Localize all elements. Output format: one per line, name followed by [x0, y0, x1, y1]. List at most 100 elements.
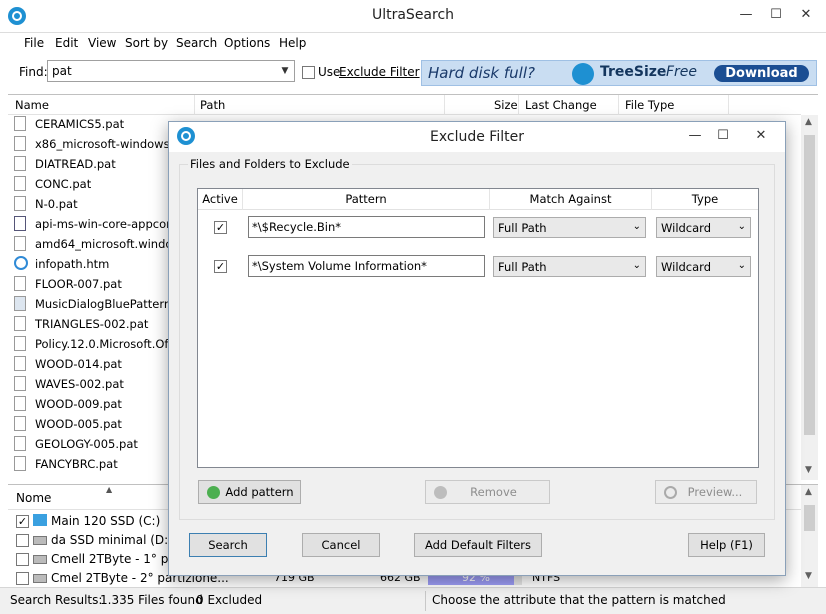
col-name[interactable]: Name — [15, 98, 49, 112]
file-name: WAVES-002.pat — [35, 377, 124, 391]
menu-edit[interactable]: Edit — [55, 36, 78, 50]
dialog-close-button[interactable]: ✕ — [747, 125, 775, 147]
drive-checkbox[interactable] — [16, 572, 29, 585]
col-last-change[interactable]: Last Change — [525, 98, 597, 112]
ad-product: TreeSize — [600, 64, 667, 80]
menu-help[interactable]: Help — [279, 36, 306, 50]
menu-options[interactable]: Options — [224, 36, 270, 50]
drives-col-name[interactable]: Nome — [16, 491, 51, 505]
drive-checkbox[interactable]: ✓ — [16, 515, 29, 528]
table-row[interactable]: WOOD-005.pat — [14, 414, 184, 434]
drive-label[interactable]: da SSD minimal (D:) — [51, 533, 173, 547]
table-row[interactable]: x86_microsoft-windows-w... — [14, 134, 193, 154]
file-icon — [14, 196, 26, 211]
table-row[interactable]: infopath.htm — [14, 254, 184, 274]
scroll-down-icon[interactable]: ▼ — [805, 571, 812, 581]
col-file-type[interactable]: File Type — [625, 98, 674, 112]
drives-scrollbar[interactable]: ▲ ▼ — [801, 485, 818, 589]
hard-drive-icon — [33, 536, 47, 545]
scroll-up-icon[interactable]: ▲ — [805, 487, 812, 497]
table-row[interactable]: WOOD-014.pat — [14, 354, 184, 374]
grid-col-active: Active — [202, 192, 238, 206]
col-separator — [651, 189, 652, 210]
type-value: Wildcard — [661, 260, 712, 274]
maximize-button[interactable]: ☐ — [762, 4, 790, 26]
scroll-thumb[interactable] — [804, 505, 815, 531]
cancel-button[interactable]: Cancel — [302, 533, 380, 557]
download-button[interactable]: Download — [714, 65, 809, 82]
table-row[interactable]: DIATREAD.pat — [14, 154, 184, 174]
search-button[interactable]: Search — [189, 533, 267, 557]
table-row[interactable]: WAVES-002.pat — [14, 374, 184, 394]
scroll-thumb[interactable] — [804, 135, 815, 435]
table-row[interactable]: api-ms-win-core-appcompat... — [14, 214, 207, 234]
drive-checkbox[interactable] — [16, 553, 29, 566]
chevron-down-icon[interactable]: ▼ — [276, 61, 294, 81]
table-row[interactable]: N-0.pat — [14, 194, 184, 214]
table-row[interactable]: CERAMICS5.pat — [14, 114, 184, 134]
preview-button[interactable]: Preview... — [655, 480, 757, 504]
dialog-minimize-button[interactable]: — — [681, 125, 709, 147]
menu-file[interactable]: File — [24, 36, 44, 50]
close-button[interactable]: ✕ — [792, 4, 820, 26]
table-row[interactable]: amd64_microsoft.windows.s... — [14, 234, 208, 254]
match-against-select[interactable]: Full Path ⌄ — [493, 217, 646, 238]
chevron-down-icon: ⌄ — [737, 221, 746, 232]
active-checkbox[interactable]: ✓ — [214, 260, 227, 273]
table-row[interactable]: WOOD-009.pat — [14, 394, 184, 414]
table-row[interactable]: GEOLOGY-005.pat — [14, 434, 184, 454]
drive-checkbox[interactable] — [16, 534, 29, 547]
minimize-button[interactable]: — — [732, 4, 760, 26]
type-select[interactable]: Wildcard ⌄ — [656, 256, 751, 277]
pattern-input[interactable]: *\System Volume Information* — [248, 255, 485, 277]
add-default-filters-button[interactable]: Add Default Filters — [414, 533, 542, 557]
treesize-ad-banner[interactable]: Hard disk full? TreeSize Free Download — [421, 60, 817, 86]
status-hint: Choose the attribute that the pattern is… — [432, 593, 726, 607]
help-button[interactable]: Help (F1) — [688, 533, 765, 557]
active-checkbox[interactable]: ✓ — [214, 221, 227, 234]
use-exclude-filter-checkbox[interactable] — [302, 66, 315, 79]
sort-asc-icon: ▲ — [106, 485, 113, 494]
title-bar: UltraSearch — ☐ ✕ — [0, 0, 826, 32]
status-excluded: 0 Excluded — [196, 593, 263, 607]
col-path[interactable]: Path — [200, 98, 225, 112]
ad-edition: Free — [666, 64, 698, 80]
match-against-select[interactable]: Full Path ⌄ — [493, 256, 646, 277]
match-against-value: Full Path — [498, 260, 547, 274]
col-size[interactable]: Size — [494, 98, 518, 112]
scroll-up-icon[interactable]: ▲ — [805, 117, 812, 127]
menu-search[interactable]: Search — [176, 36, 217, 50]
image-file-icon — [14, 296, 26, 311]
menu-bar: File Edit View Sort by Search Options He… — [0, 32, 826, 54]
table-row[interactable]: Policy.12.0.Microsoft.Office... — [14, 334, 200, 354]
menu-sort-by[interactable]: Sort by — [125, 36, 168, 50]
exclude-filter-dialog: Exclude Filter — ☐ ✕ Files and Folders t… — [168, 121, 786, 576]
results-scrollbar[interactable]: ▲ ▼ — [801, 115, 818, 480]
add-pattern-button[interactable]: Add pattern — [198, 480, 301, 504]
exclude-filter-link[interactable]: Exclude Filter — [339, 65, 420, 79]
file-name: FANCYBRC.pat — [35, 457, 118, 471]
table-row[interactable]: FANCYBRC.pat — [14, 454, 184, 474]
table-row[interactable]: MusicDialogBluePattern.png — [14, 294, 197, 314]
drive-label[interactable]: Main 120 SSD (C:) — [51, 514, 160, 528]
menu-view[interactable]: View — [88, 36, 116, 50]
windows-drive-icon — [33, 514, 47, 526]
remove-button[interactable]: Remove — [425, 480, 550, 504]
find-input[interactable]: pat ▼ — [47, 60, 295, 82]
results-list — [8, 115, 9, 480]
table-row[interactable]: TRIANGLES-002.pat — [14, 314, 184, 334]
pattern-input[interactable]: *\$Recycle.Bin* — [248, 216, 485, 238]
status-bar: Search Results: 1.335 Files found 0 Excl… — [0, 587, 826, 614]
chevron-down-icon: ⌄ — [632, 221, 641, 232]
drive-label[interactable]: Cmell 2TByte - 1° part — [51, 552, 185, 566]
table-row[interactable]: CONC.pat — [14, 174, 184, 194]
dialog-maximize-button[interactable]: ☐ — [709, 125, 737, 147]
group-label: Files and Folders to Exclude — [188, 157, 352, 171]
type-value: Wildcard — [661, 221, 712, 235]
type-select[interactable]: Wildcard ⌄ — [656, 217, 751, 238]
file-name: WOOD-009.pat — [35, 397, 122, 411]
scroll-down-icon[interactable]: ▼ — [805, 465, 812, 475]
file-icon — [14, 396, 26, 411]
table-row[interactable]: FLOOR-007.pat — [14, 274, 184, 294]
ad-question: Hard disk full? — [428, 64, 535, 82]
